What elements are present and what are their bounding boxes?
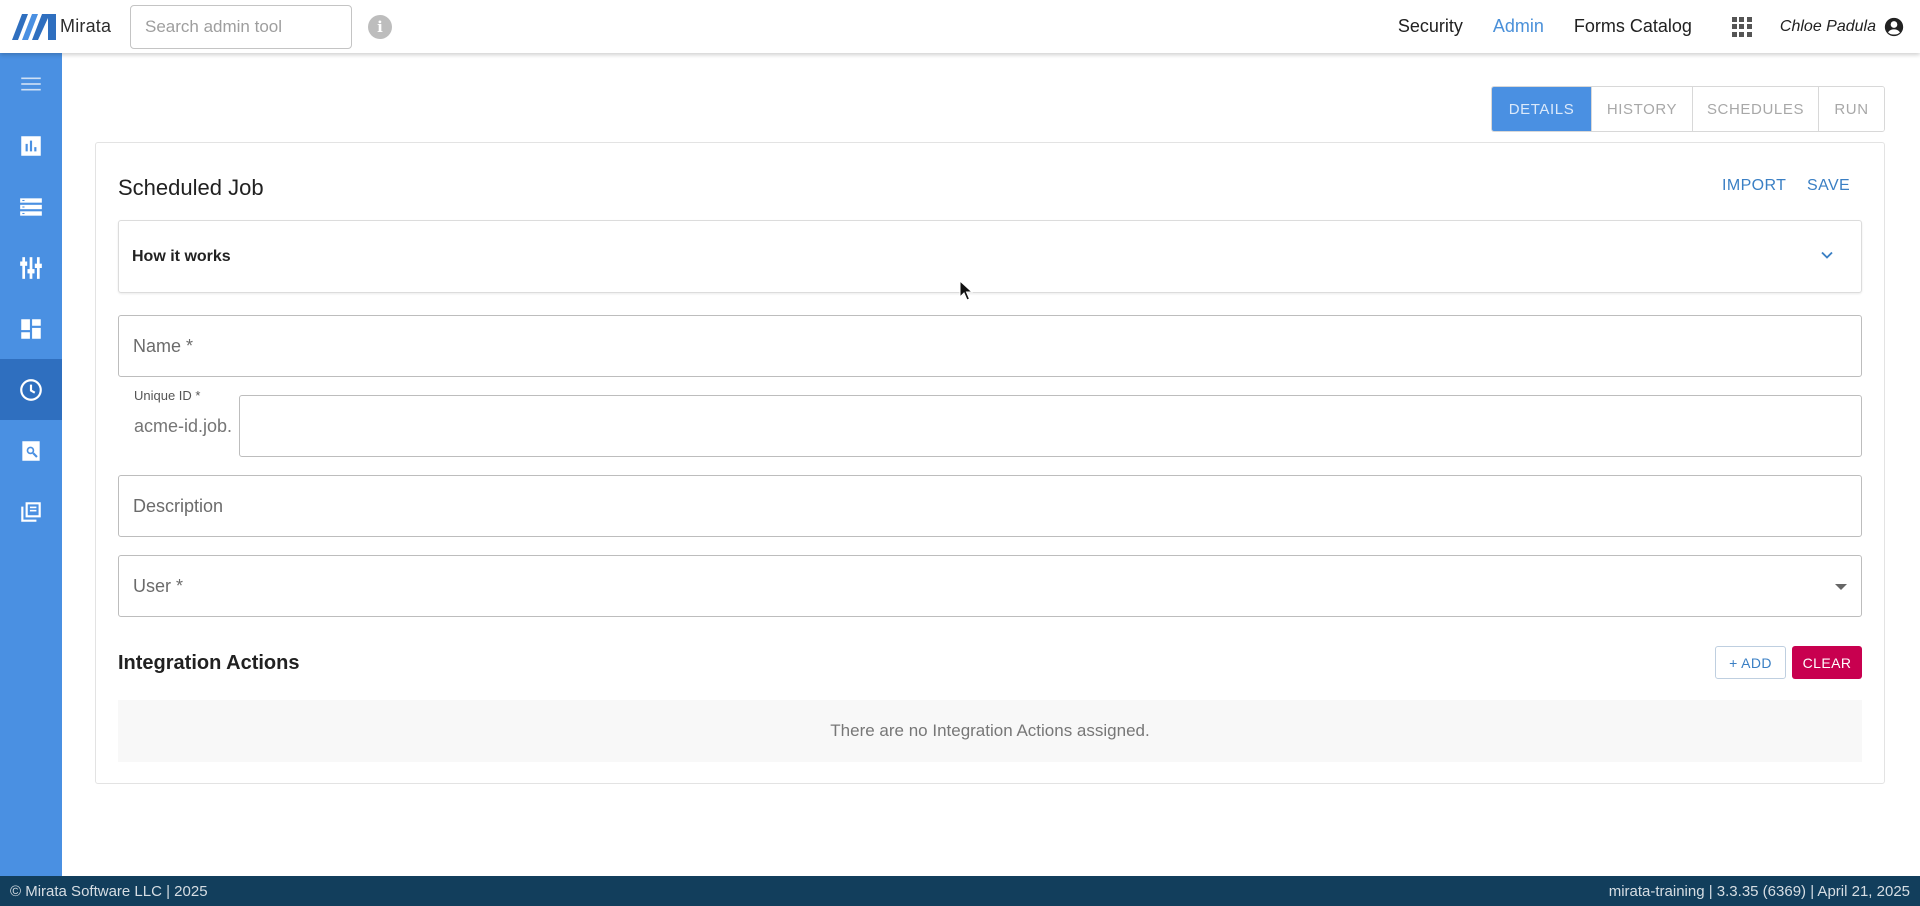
name-field[interactable]: Name * [118, 315, 1862, 377]
footer-copyright: © Mirata Software LLC | 2025 [10, 882, 208, 900]
nav-security[interactable]: Security [1398, 16, 1463, 37]
library-icon [21, 501, 41, 522]
footer: © Mirata Software LLC | 2025 mirata-trai… [0, 876, 1920, 906]
add-integration-button[interactable]: + ADD [1715, 646, 1786, 679]
description-label: Description [133, 496, 224, 516]
import-button[interactable]: IMPORT [1722, 177, 1786, 195]
name-label: Name * [133, 336, 194, 356]
search-document-icon [22, 440, 40, 461]
info-icon[interactable]: i [368, 14, 392, 39]
chevron-down-icon [1821, 251, 1833, 259]
menu-icon [21, 77, 41, 91]
integration-empty-state: There are no Integration Actions assigne… [118, 700, 1862, 762]
footer-version: mirata-training | 3.3.35 (6369) | April … [1608, 882, 1910, 900]
top-nav: Security Admin Forms Catalog Chloe Padul… [1398, 0, 1920, 53]
mirata-logo-icon [12, 13, 56, 40]
bar-chart-icon [21, 135, 41, 156]
tab-bar: DETAILS HISTORY SCHEDULES RUN [1491, 86, 1885, 132]
sidebar-item-integrations[interactable] [0, 237, 62, 298]
user-name[interactable]: Chloe Padula [1780, 18, 1876, 36]
accordion-label: How it works [132, 248, 231, 265]
clock-icon [20, 378, 42, 401]
how-it-works-accordion[interactable]: How it works [118, 220, 1862, 293]
account-circle-icon[interactable] [1884, 17, 1904, 37]
tab-schedules[interactable]: SCHEDULES [1692, 87, 1818, 131]
unique-id-input[interactable] [239, 395, 1862, 457]
user-select[interactable]: User * [118, 555, 1862, 617]
scheduled-job-card: Scheduled Job IMPORT SAVE How it works N… [95, 142, 1885, 784]
sidebar-item-library[interactable] [0, 481, 62, 542]
page-title: Scheduled Job [118, 175, 264, 200]
dashboard-icon [21, 318, 41, 339]
nav-forms-catalog[interactable]: Forms Catalog [1574, 16, 1692, 37]
save-button[interactable]: SAVE [1807, 177, 1850, 195]
tab-details[interactable]: DETAILS [1492, 87, 1591, 131]
logo-text: Mirata [60, 16, 112, 36]
equalizer-icon [20, 256, 42, 279]
sidebar-item-lists[interactable] [0, 176, 62, 237]
dropdown-arrow-icon [1835, 584, 1847, 590]
search-input[interactable] [130, 4, 352, 49]
description-field[interactable]: Description [118, 475, 1862, 537]
list-icon [20, 197, 42, 216]
sidebar-item-dashboard[interactable] [0, 298, 62, 359]
unique-id-label: Unique ID * [134, 388, 201, 403]
nav-admin[interactable]: Admin [1493, 16, 1544, 37]
integration-actions-title: Integration Actions [118, 652, 300, 674]
tab-run[interactable]: RUN [1818, 87, 1884, 131]
mouse-cursor-icon [959, 280, 973, 301]
sidebar-item-search[interactable] [0, 420, 62, 481]
sidebar-toggle[interactable] [0, 53, 62, 115]
sidebar-item-reports[interactable] [0, 115, 62, 176]
apps-grid-icon[interactable] [1731, 16, 1752, 37]
top-bar: Mirata i Security Admin Forms Catalog Ch… [0, 0, 1920, 53]
sidebar-item-scheduled-jobs[interactable] [0, 359, 62, 420]
tab-history[interactable]: HISTORY [1591, 87, 1692, 131]
unique-id-prefix: acme-id.job. [134, 416, 233, 436]
clear-integration-button[interactable]: CLEAR [1792, 646, 1862, 679]
sidebar [0, 53, 62, 876]
logo[interactable]: Mirata [12, 12, 118, 42]
user-label: User * [133, 576, 184, 596]
